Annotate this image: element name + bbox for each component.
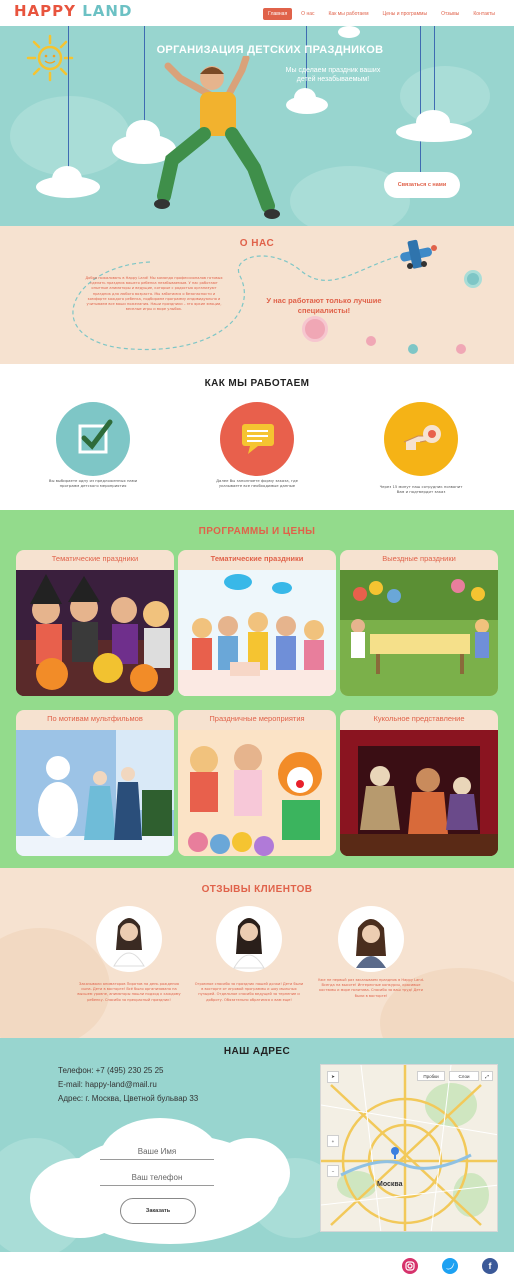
how-title: КАК МЫ РАБОТАЕМ <box>204 378 310 389</box>
step-2-circle <box>220 402 294 476</box>
hanging-string <box>434 26 435 112</box>
halloween-party-photo <box>16 570 174 696</box>
nav-about[interactable]: О нас <box>296 8 319 20</box>
jumping-boy-illustration <box>154 56 280 219</box>
instagram-icon[interactable] <box>402 1258 418 1274</box>
nav-home[interactable]: Главная <box>263 8 293 20</box>
birthday-party-photo <box>178 570 336 696</box>
hanging-string <box>144 26 145 124</box>
map-zoom-in-button[interactable]: + <box>327 1135 339 1147</box>
map-fullscreen-icon[interactable]: ⤢ <box>481 1071 493 1081</box>
address-section: НАШ АДРЕС Телефон: +7 (495) 230 25 25 E-… <box>0 1038 514 1252</box>
hanging-string <box>420 26 421 176</box>
reviews-title: ОТЗЫВЫ КЛИЕНТОВ <box>201 884 313 895</box>
contact-phone[interactable]: Телефон: +7 (495) 230 25 25 <box>58 1066 163 1075</box>
map-zoom-in-label: + <box>331 1138 335 1144</box>
avatar <box>356 919 386 968</box>
map-tiles <box>321 1065 497 1231</box>
step-3-text: Через 15 минут наш сотрудник позвонит Ва… <box>379 484 463 495</box>
program-card-title: Тематические праздники <box>210 554 304 563</box>
hero-title: ОРГАНИЗАЦИЯ ДЕТСКИХ ПРАЗДНИКОВ <box>156 44 384 56</box>
cartoon-characters-photo <box>16 730 174 856</box>
nav-contacts[interactable]: Контакты <box>468 8 500 20</box>
program-card[interactable]: Тематические праздники <box>16 550 174 696</box>
map-layers-button[interactable]: Слои <box>449 1071 479 1081</box>
reviews-section: ОТЗЫВЫ КЛИЕНТОВ Заказывали аниматоров Пи… <box>0 868 514 1038</box>
phone-input[interactable] <box>100 1170 214 1186</box>
review-2-text: Огромное спасибо за праздник нашей дочки… <box>194 982 304 1002</box>
map-city-label: Москва <box>377 1181 403 1188</box>
program-card[interactable]: Выездные праздники <box>340 550 498 696</box>
nav-prices[interactable]: Цены и программы <box>378 8 433 20</box>
form-message-icon <box>242 424 274 454</box>
program-card[interactable]: Праздничные мероприятия <box>178 710 336 856</box>
nav-how-we-work[interactable]: Как мы работаем <box>324 8 374 20</box>
program-card-title: Кукольное представление <box>373 714 465 723</box>
step-1-circle <box>56 402 130 476</box>
facebook-icon[interactable]: f <box>482 1258 498 1274</box>
avatar <box>113 918 145 967</box>
about-title: О НАС <box>239 238 275 249</box>
map-zoom-out-label: − <box>331 1168 335 1174</box>
name-input[interactable] <box>100 1144 214 1160</box>
reviewer-3-avatar <box>338 906 404 972</box>
top-bar: HAPPY LAND Главная О нас Как мы работаем… <box>0 0 514 26</box>
map-zoom-out-button[interactable]: − <box>327 1165 339 1177</box>
decor-flower <box>408 344 418 354</box>
decor-flower <box>456 344 466 354</box>
programs-section: ПРОГРАММЫ И ЦЕНЫ Тематические праздники … <box>0 510 514 868</box>
program-card-title: Выездные праздники <box>382 554 456 563</box>
hand-phone-icon <box>403 425 441 450</box>
reviewer-2-avatar <box>216 906 282 972</box>
address-title: НАШ АДРЕС <box>223 1046 291 1057</box>
contact-us-button[interactable]: Связаться с нами <box>384 172 460 198</box>
checkbox-icon <box>78 419 113 454</box>
order-button[interactable]: Заказать <box>120 1198 196 1224</box>
map-layers-label: Слои <box>458 1073 470 1079</box>
program-card[interactable]: По мотивам мультфильмов <box>16 710 174 856</box>
sun-icon <box>26 34 74 82</box>
logo[interactable]: HAPPY LAND <box>14 2 132 20</box>
step-1-text: Вы выбираете одну из предложенных нами п… <box>48 478 138 489</box>
nav-reviews[interactable]: Отзывы <box>436 8 464 20</box>
avatar <box>233 918 265 969</box>
program-card[interactable]: Тематические праздники <box>178 550 336 696</box>
about-text: Добро пожаловать в Happy Land! Мы команд… <box>85 276 223 312</box>
footer: f <box>0 1252 514 1280</box>
about-subtitle: У нас работают только лучшие специалисты… <box>266 296 382 316</box>
about-section: О НАС Добро пожаловать в Happy Land! Мы … <box>0 226 514 364</box>
reviewer-1-avatar <box>96 906 162 972</box>
program-card-title: По мотивам мультфильмов <box>47 714 143 723</box>
contact-address: Адрес: г. Москва, Цветной бульвар 33 <box>58 1094 199 1103</box>
map-widget[interactable]: Москва ➤ Пробки Слои ⤢ + − <box>320 1064 498 1232</box>
hero-section: ОРГАНИЗАЦИЯ ДЕТСКИХ ПРАЗДНИКОВ Мы сделае… <box>0 26 514 226</box>
map-traffic-button[interactable]: Пробки <box>417 1071 445 1081</box>
step-2-text: Далее Вы заполняете форму заказа, где ук… <box>216 478 298 489</box>
hero-subtitle: Мы сделаем праздник ваших детей незабыва… <box>285 67 381 84</box>
programs-title: ПРОГРАММЫ И ЦЕНЫ <box>198 526 316 537</box>
outdoor-party-photo <box>340 570 498 696</box>
program-card-title: Тематические праздники <box>51 554 139 563</box>
decor-flower <box>366 336 376 346</box>
hanging-string <box>68 26 69 172</box>
step-3-circle <box>384 402 458 476</box>
map-traffic-label: Пробки <box>423 1073 439 1079</box>
decor-flower <box>302 316 328 342</box>
logo-part-2: LAND <box>82 2 133 20</box>
decor-flower <box>464 270 482 288</box>
main-nav: Главная О нас Как мы работаем Цены и про… <box>263 8 500 20</box>
how-we-work-section: КАК МЫ РАБОТАЕМ Вы выбираете одну из пре… <box>0 364 514 510</box>
review-1-text: Заказывали аниматоров Пиратов на день ро… <box>77 982 181 1002</box>
logo-part-1: HAPPY <box>14 2 77 20</box>
map-location-icon[interactable]: ➤ <box>327 1071 339 1083</box>
clown-party-photo <box>178 730 336 856</box>
twitter-icon[interactable] <box>442 1258 458 1274</box>
program-card-title: Праздничные мероприятия <box>209 714 305 723</box>
decor-cloud-shape <box>10 96 130 176</box>
puppet-show-photo <box>340 730 498 856</box>
contact-email[interactable]: E-mail: happy-land@mail.ru <box>58 1080 157 1089</box>
review-3-text: Уже не первый раз заказываем праздник в … <box>317 978 425 998</box>
program-card[interactable]: Кукольное представление <box>340 710 498 856</box>
